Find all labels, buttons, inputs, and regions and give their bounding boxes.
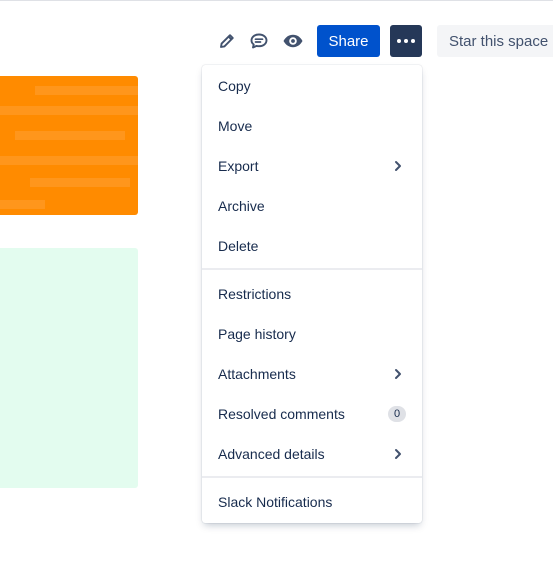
menu-item-label: Copy: [218, 78, 251, 94]
count-badge: 0: [388, 406, 406, 422]
star-space-button[interactable]: Star this space: [437, 25, 553, 57]
menu-item-restrictions[interactable]: Restrictions: [202, 274, 422, 314]
more-actions-button[interactable]: [390, 25, 422, 57]
menu-item-export[interactable]: Export: [202, 146, 422, 186]
menu-item-label: Resolved comments: [218, 406, 345, 422]
menu-item-attachments[interactable]: Attachments: [202, 354, 422, 394]
menu-item-archive[interactable]: Archive: [202, 186, 422, 226]
chevron-right-icon: [394, 368, 402, 380]
pencil-icon[interactable]: [211, 25, 243, 57]
menu-divider: [202, 268, 422, 270]
chevron-right-icon: [394, 160, 402, 172]
menu-item-page-history[interactable]: Page history: [202, 314, 422, 354]
comment-icon[interactable]: [243, 25, 275, 57]
menu-divider: [202, 476, 422, 478]
menu-item-label: Page history: [218, 326, 296, 342]
menu-item-slack-notifications[interactable]: Slack Notifications: [202, 482, 422, 522]
eye-icon[interactable]: [277, 25, 309, 57]
menu-item-label: Move: [218, 118, 253, 134]
menu-item-delete[interactable]: Delete: [202, 226, 422, 266]
page-banner-image: [0, 76, 138, 215]
content-panel: [0, 248, 138, 488]
menu-item-label: Attachments: [218, 366, 296, 382]
more-horizontal-icon: [397, 39, 401, 43]
menu-item-advanced-details[interactable]: Advanced details: [202, 434, 422, 474]
top-divider: [0, 0, 553, 1]
menu-group: Copy Move Export Archive Delete: [202, 66, 422, 266]
menu-item-label: Advanced details: [218, 446, 325, 462]
page-toolbar: Share Star this space: [0, 25, 553, 57]
menu-item-label: Restrictions: [218, 286, 292, 302]
chevron-right-icon: [394, 448, 402, 460]
more-dot: [404, 39, 408, 43]
menu-group: Slack Notifications: [202, 482, 422, 522]
menu-item-label: Archive: [218, 198, 265, 214]
menu-item-label: Export: [218, 158, 259, 174]
menu-item-label: Delete: [218, 238, 259, 254]
menu-item-resolved-comments[interactable]: Resolved comments 0: [202, 394, 422, 434]
menu-item-move[interactable]: Move: [202, 106, 422, 146]
menu-group: Restrictions Page history Attachments Resol…: [202, 274, 422, 474]
more-dot: [411, 39, 415, 43]
more-actions-menu: Copy Move Export Archive Delete Restrictions P…: [202, 65, 422, 523]
menu-item-copy[interactable]: Copy: [202, 66, 422, 106]
share-button[interactable]: Share: [317, 25, 380, 57]
menu-item-label: Slack Notifications: [218, 494, 333, 510]
